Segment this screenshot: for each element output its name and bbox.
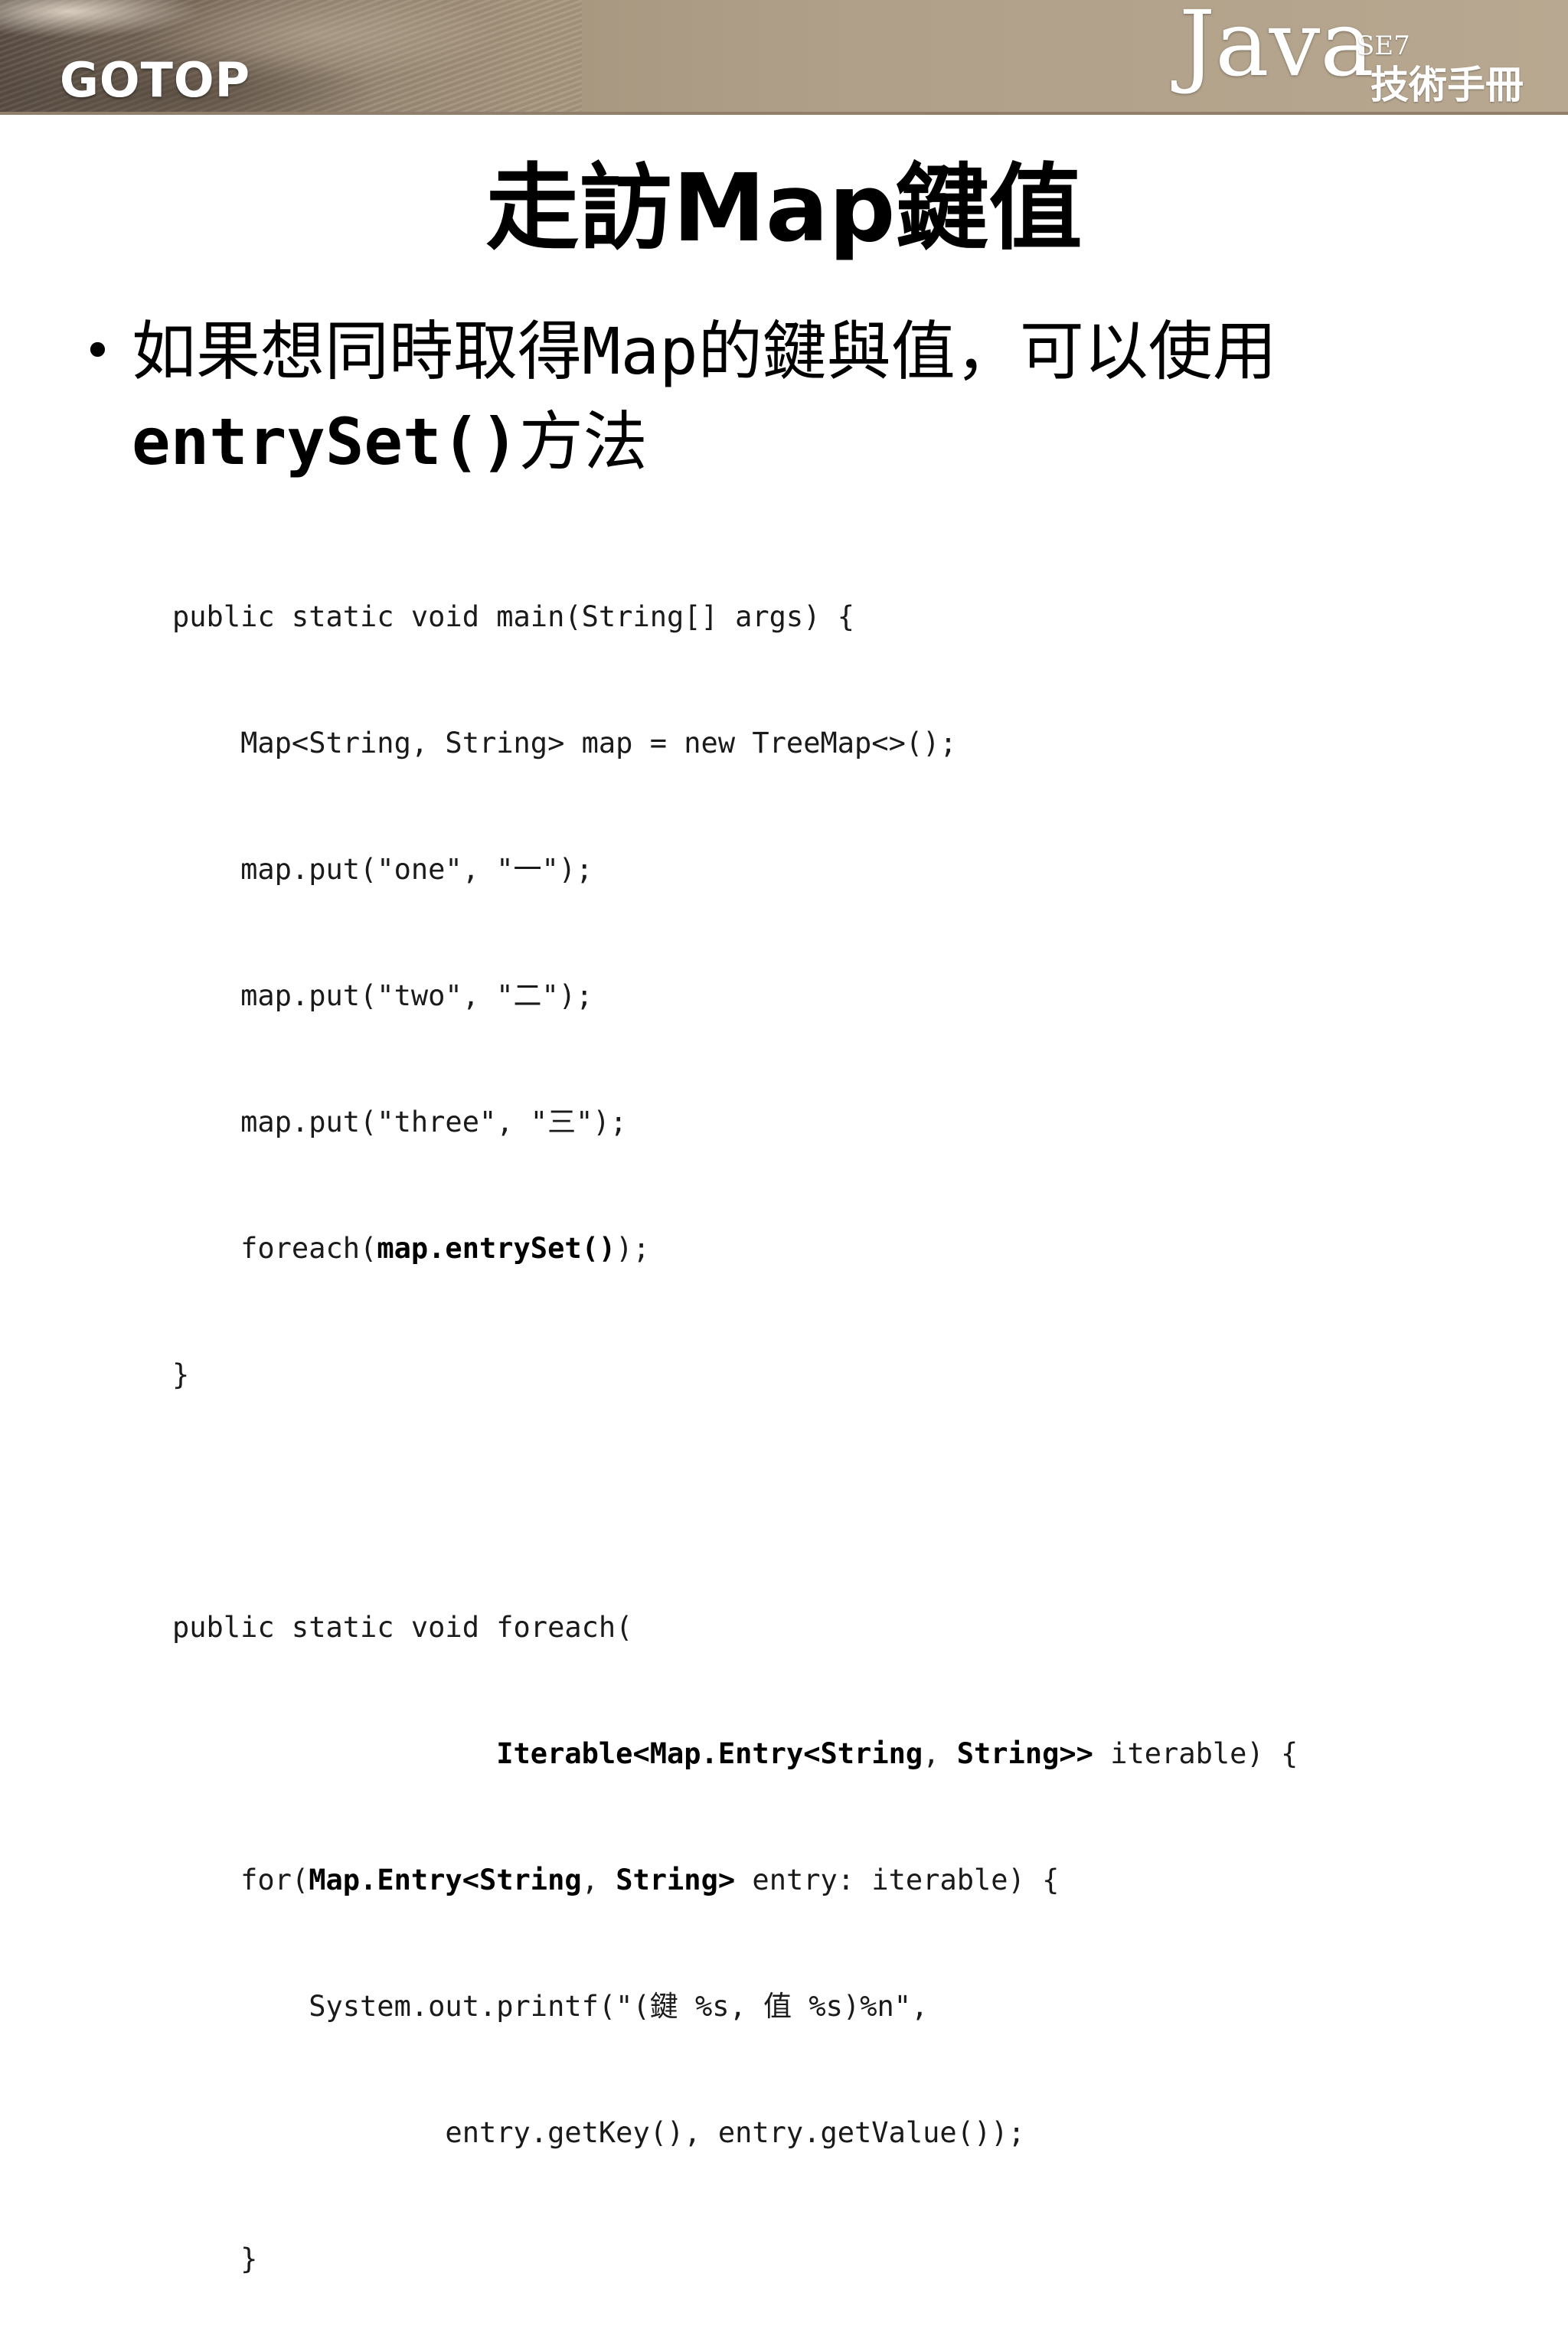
header-divider bbox=[0, 112, 1568, 115]
bullet-text-suffix: 方法 bbox=[518, 404, 648, 479]
gotop-logo: GOTOP bbox=[60, 52, 251, 108]
code-segment: , bbox=[581, 1864, 616, 1896]
code-highlight: Iterable<Map.Entry<String bbox=[496, 1737, 923, 1770]
code-segment: ); bbox=[616, 1232, 650, 1265]
java-se7-book-logo: Java SE7 技術手冊 bbox=[1179, 0, 1547, 115]
bullet-text-middle: 的鍵與值，可以使用 bbox=[697, 314, 1277, 389]
java-logo-word: Java bbox=[1179, 0, 1374, 96]
java-logo-subtitle: 技術手冊 bbox=[1370, 63, 1524, 107]
code-line: foreach(map.entrySet()); bbox=[172, 1227, 1535, 1269]
code-highlight: map.entrySet() bbox=[377, 1232, 616, 1265]
code-line: } bbox=[172, 2243, 258, 2275]
bullet-text-prefix: 如果想同時取得 bbox=[132, 314, 583, 389]
code-line: } bbox=[172, 1358, 190, 1391]
code-highlight: String> bbox=[616, 1864, 736, 1896]
code-highlight: String>> bbox=[956, 1737, 1093, 1770]
code-line: System.out.printf("(鍵 %s, 值 %s)%n", bbox=[172, 1990, 929, 2023]
code-segment: entry: iterable) { bbox=[735, 1864, 1060, 1896]
slide-title: 走訪Map鍵值 bbox=[485, 154, 1083, 263]
code-line: entry.getKey(), entry.getValue()); bbox=[172, 2116, 1025, 2149]
code-line: public static void main(String[] args) { bbox=[172, 600, 855, 633]
java-logo-edition: SE7 bbox=[1357, 31, 1410, 61]
code-line: Map<String, String> map = new TreeMap<>(… bbox=[172, 727, 957, 760]
code-segment: for( bbox=[172, 1864, 309, 1896]
bullet-method-name: entrySet() bbox=[132, 404, 519, 479]
code-segment: , bbox=[923, 1737, 957, 1770]
code-line: Iterable<Map.Entry<String, String>> iter… bbox=[172, 1733, 1535, 1775]
code-line: map.put("one", "一"); bbox=[172, 853, 593, 886]
code-block: public static void main(String[] args) {… bbox=[172, 511, 1535, 2352]
code-line: map.put("two", "二"); bbox=[172, 979, 593, 1012]
slide-header: GOTOP Java SE7 技術手冊 bbox=[0, 0, 1568, 115]
code-line: for(Map.Entry<String, String> entry: ite… bbox=[172, 1859, 1535, 1901]
code-line: map.put("three", "三"); bbox=[172, 1106, 627, 1138]
bullet-code-word: Map bbox=[582, 314, 698, 389]
code-segment: foreach( bbox=[172, 1232, 377, 1265]
code-highlight: Map.Entry<String bbox=[309, 1864, 582, 1896]
bullet-text: 如果想同時取得Map的鍵與值，可以使用 entrySet()方法 bbox=[132, 306, 1510, 487]
code-segment: iterable) { bbox=[1093, 1737, 1298, 1770]
bullet-dot-icon: • bbox=[83, 322, 113, 381]
code-line: public static void foreach( bbox=[172, 1611, 633, 1644]
